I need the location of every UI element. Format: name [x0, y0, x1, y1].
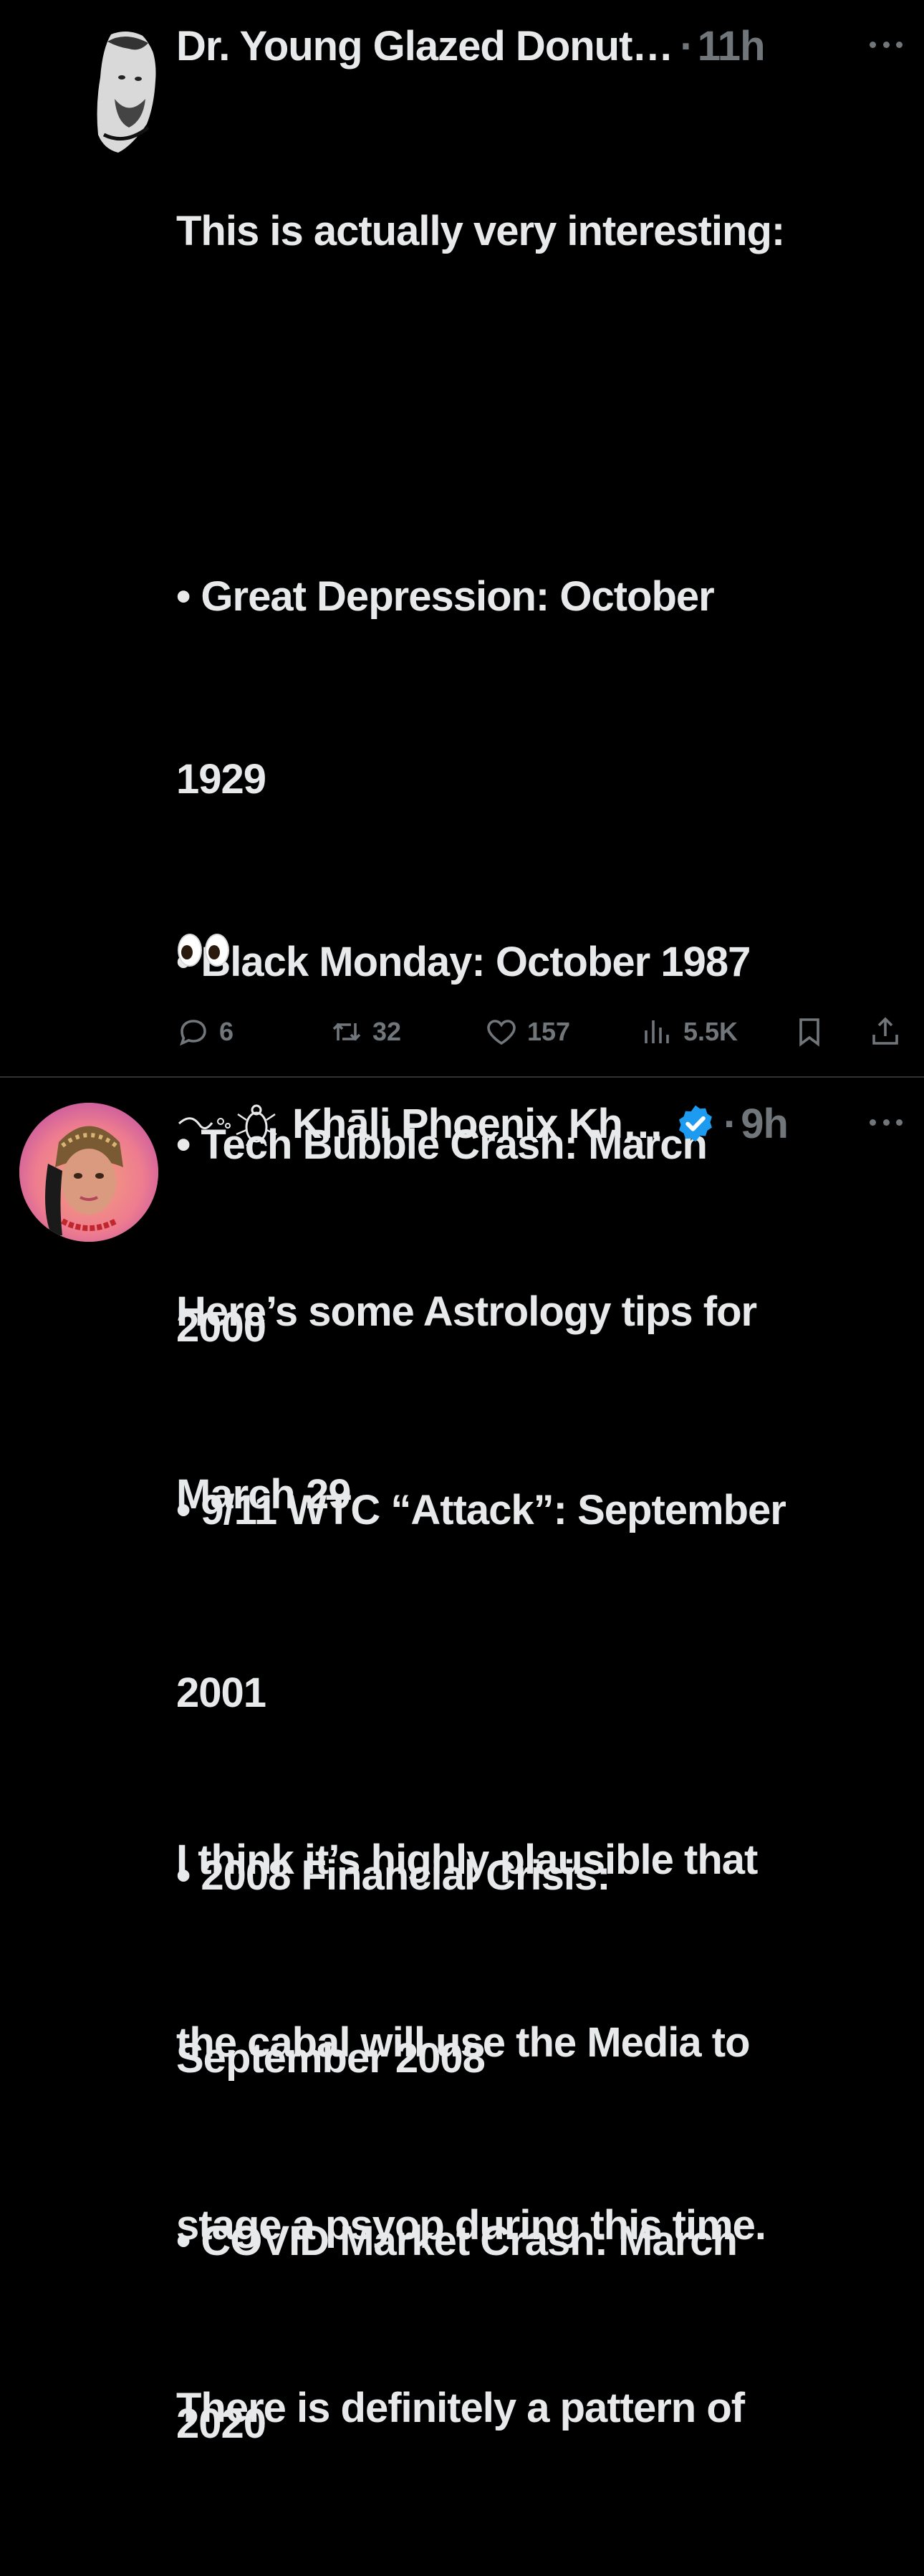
reply-icon	[179, 1020, 206, 1046]
verified-icon	[678, 1105, 712, 1142]
author-name[interactable]: Dr. Young Glazed Donut…	[176, 22, 673, 70]
eyes-emoji	[178, 934, 229, 967]
tweet-header: Dr. Young Glazed Donut… · 11h	[176, 17, 842, 75]
like-icon	[487, 1020, 516, 1045]
retweet-icon	[332, 1023, 361, 1041]
share-button[interactable]	[868, 1012, 903, 1052]
tweet-line	[176, 383, 914, 444]
reply-button[interactable]: 6	[176, 1012, 234, 1052]
bookmark-icon	[799, 1018, 819, 1047]
retweet-button[interactable]: 32	[329, 1012, 401, 1052]
avatar[interactable]	[90, 27, 161, 163]
tweet-line: stage a psyop during this time.	[176, 2202, 766, 2249]
tweet-text: Here’s some Astrology tips for March 29 …	[176, 1159, 914, 2560]
tweet-line: • Great Depression: October	[176, 573, 715, 620]
tweet-line: I think it’s highly plausible that	[176, 1837, 758, 1883]
tweet-line: This is actually very interesting:	[176, 208, 785, 254]
more-icon[interactable]	[870, 1115, 903, 1129]
name-decoration-icon	[178, 1104, 277, 1146]
tweet[interactable]: Dr. Young Glazed Donut… · 11h This is ac…	[0, 0, 924, 2447]
bookmark-button[interactable]	[792, 1012, 827, 1052]
divider	[0, 1076, 924, 1078]
retweet-count: 32	[372, 1017, 402, 1046]
share-icon	[872, 1017, 898, 1045]
timestamp[interactable]: 11h	[698, 22, 766, 70]
view-count: 5.5K	[683, 1017, 738, 1046]
action-bar: 6 32 157 5.5K	[176, 1012, 914, 1052]
tweet-line: • Black Monday: October 1987	[176, 939, 751, 985]
separator: ·	[723, 1100, 737, 1147]
avatar[interactable]	[19, 1103, 158, 1242]
reply-count: 6	[219, 1017, 234, 1046]
views-icon	[645, 1020, 669, 1043]
views-button[interactable]: 5.5K	[640, 1012, 738, 1052]
tweet-line: March 29	[176, 1471, 351, 1518]
tweet-line: There is definitely a pattern of	[176, 2385, 745, 2431]
tweet-line	[176, 1647, 914, 1708]
timestamp[interactable]: 9h	[741, 1100, 789, 1148]
tweet-line: 1929	[176, 756, 266, 803]
like-count: 157	[527, 1017, 571, 1046]
more-icon[interactable]	[870, 37, 903, 52]
author-name[interactable]: Khāli Phoenix Kh…	[292, 1100, 664, 1148]
tweet-line: the cabal will use the Media to	[176, 2019, 751, 2066]
separator: ·	[680, 22, 693, 70]
like-button[interactable]: 157	[484, 1012, 570, 1052]
tweet-header: Khāli Phoenix Kh… · 9h	[176, 1095, 842, 1152]
tweet-line: Here’s some Astrology tips for	[176, 1288, 757, 1335]
